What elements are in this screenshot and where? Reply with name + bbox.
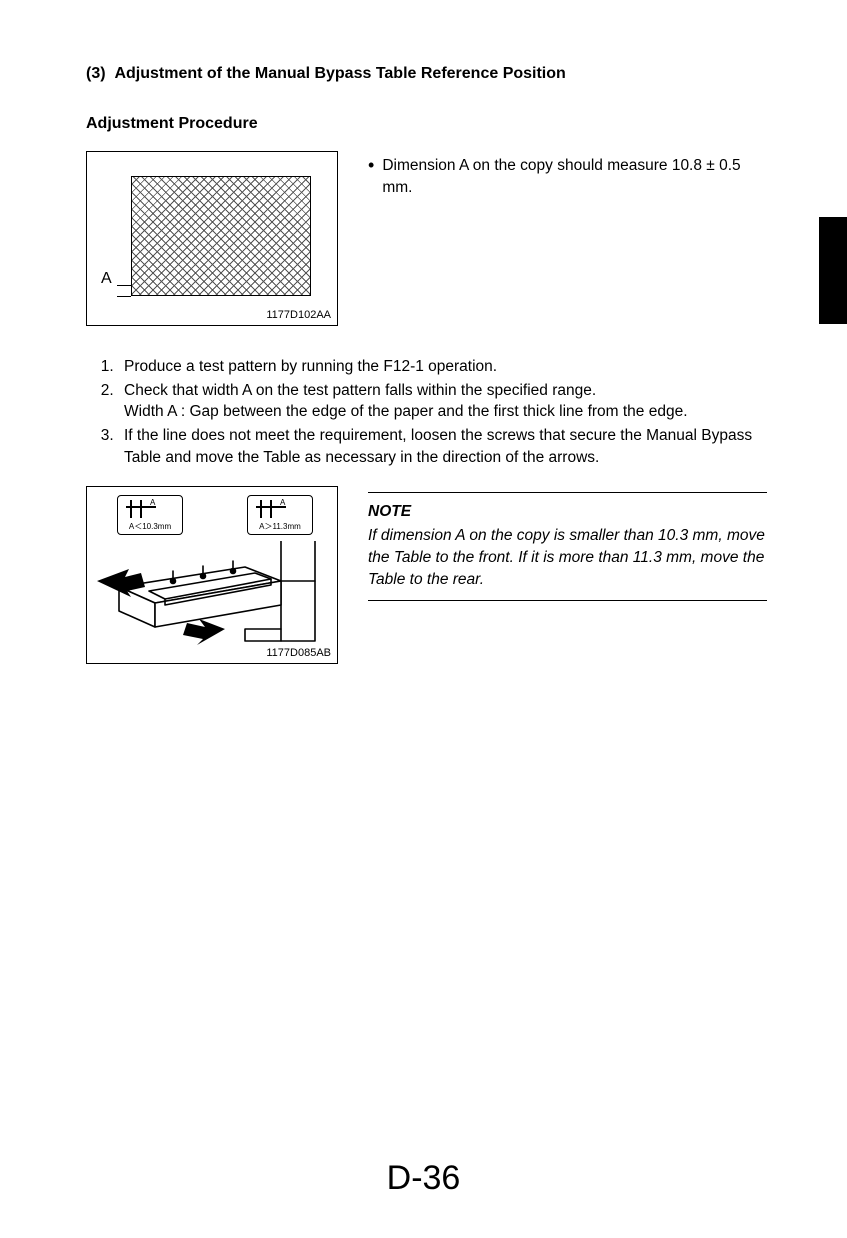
callout-right: A A＞11.3mm: [247, 495, 313, 535]
subheading: Adjustment Procedure: [86, 115, 767, 133]
callout-a-label: A: [280, 498, 285, 507]
procedure-steps: Produce a test pattern by running the F1…: [86, 356, 767, 468]
note-block: NOTE If dimension A on the copy is small…: [368, 486, 767, 601]
figure-code: 1177D102AA: [266, 309, 331, 321]
note-text: If dimension A on the copy is smaller th…: [368, 525, 767, 590]
callout-right-text: A＞11.3mm: [248, 521, 312, 532]
step-item: If the line does not meet the requiremen…: [118, 425, 767, 468]
step-item: Check that width A on the test pattern f…: [118, 380, 767, 423]
section-title: (3) Adjustment of the Manual Bypass Tabl…: [86, 65, 767, 83]
bullet-text-block: • Dimension A on the copy should measure…: [368, 151, 767, 326]
note-title: NOTE: [368, 501, 767, 523]
figure-2: A A＜10.3mm A A＞11.3mm: [86, 486, 338, 664]
figure-code: 1177D085AB: [266, 647, 331, 659]
callout-left: A A＜10.3mm: [117, 495, 183, 535]
figure-1: A 1177D102AA: [86, 151, 338, 326]
divider: [368, 600, 767, 601]
dimension-tick: [117, 285, 131, 286]
bullet-icon: •: [368, 155, 374, 200]
hatched-test-pattern: [131, 176, 311, 296]
section-number: (3): [86, 65, 106, 82]
bypass-tray-illustration: [95, 541, 331, 651]
divider: [368, 492, 767, 493]
callout-left-text: A＜10.3mm: [118, 521, 182, 532]
step-item: Produce a test pattern by running the F1…: [118, 356, 767, 378]
section-title-text: Adjustment of the Manual Bypass Table Re…: [114, 65, 565, 82]
page-edge-tab: [819, 217, 847, 324]
page-number: D-36: [0, 1159, 847, 1198]
dimension-tick: [117, 296, 131, 297]
bullet-text: Dimension A on the copy should measure 1…: [382, 155, 767, 200]
callout-a-label: A: [150, 498, 155, 507]
dimension-label-a: A: [101, 270, 112, 288]
arrow-rear-icon: [183, 619, 225, 645]
